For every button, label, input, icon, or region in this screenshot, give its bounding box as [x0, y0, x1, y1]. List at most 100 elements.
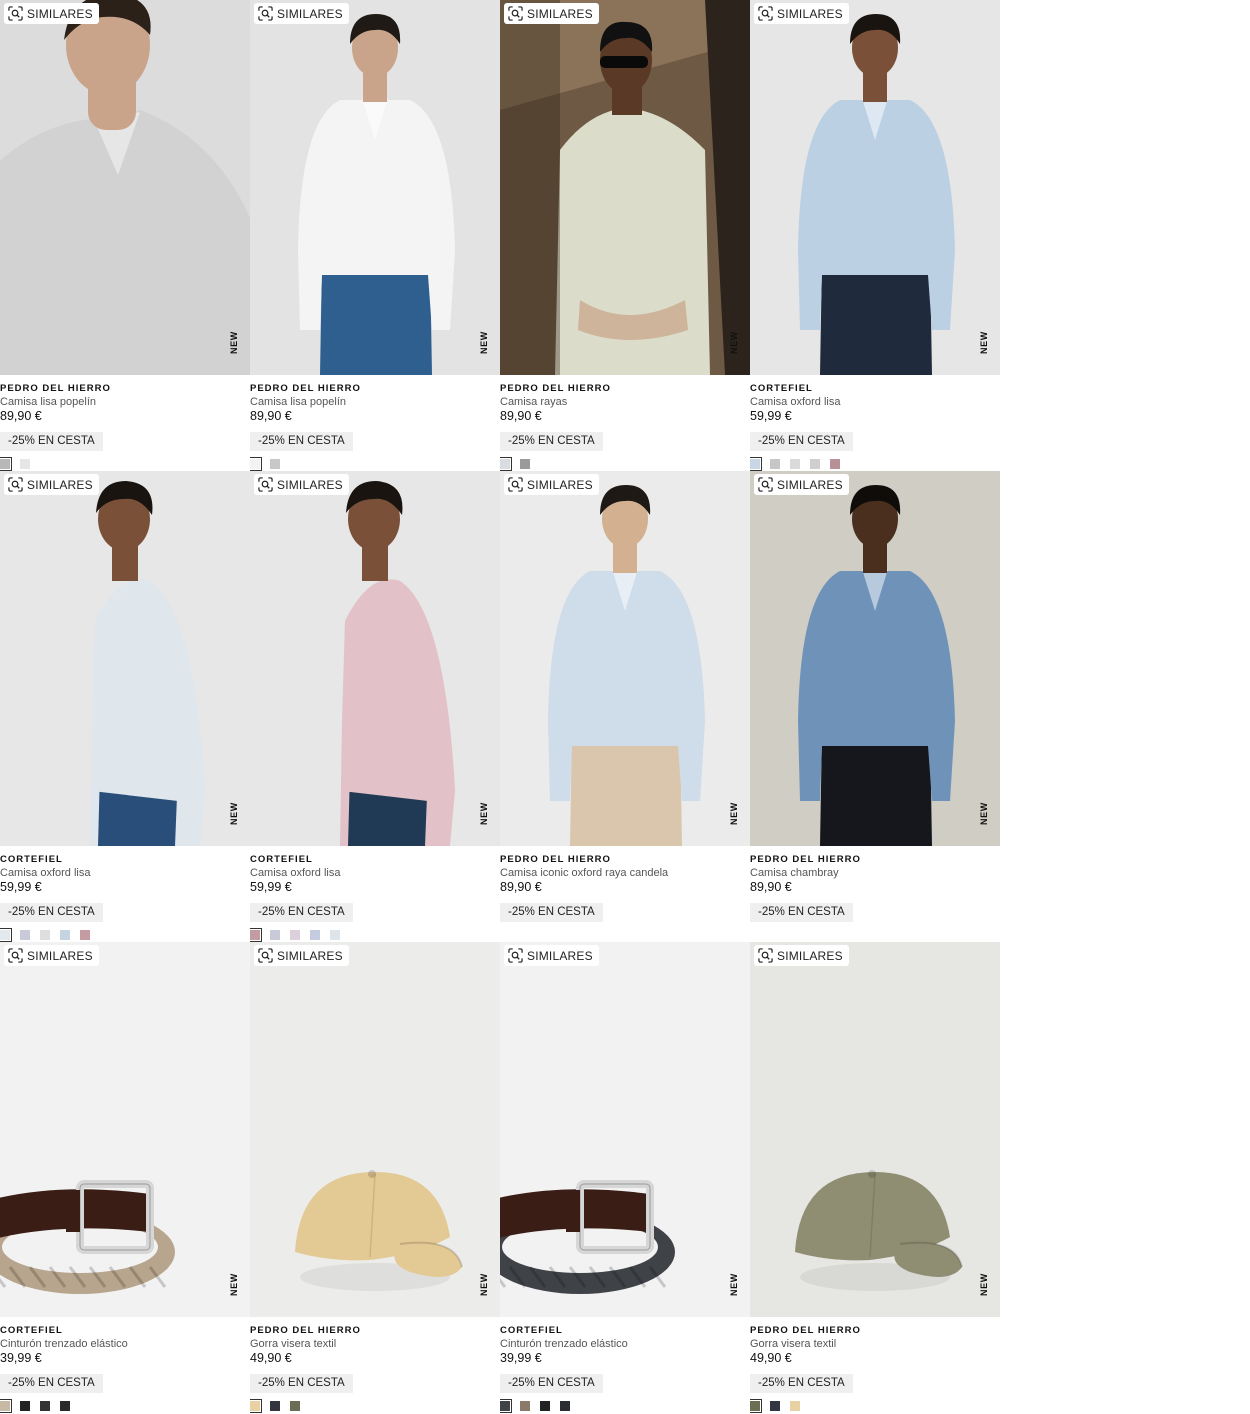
product-image[interactable]: SIMILARES NEW	[500, 942, 750, 1317]
color-swatch[interactable]	[40, 1401, 50, 1411]
product-brand: PEDRO DEL HIERRO	[500, 383, 611, 394]
color-swatches	[750, 457, 840, 471]
color-swatch[interactable]	[540, 1401, 550, 1411]
product-info: CORTEFIEL Camisa oxford lisa 59,99 € -25% E…	[750, 382, 1000, 451]
similares-button[interactable]: SIMILARES	[754, 945, 849, 966]
product-image[interactable]: SIMILARES NEW	[250, 942, 500, 1317]
product-image[interactable]: SIMILARES NEW	[250, 0, 500, 375]
product-info: CORTEFIEL Cinturón trenzado elástico 39,99…	[0, 1324, 250, 1393]
color-swatch[interactable]	[330, 930, 340, 940]
product-name[interactable]: Camisa oxford lisa	[0, 866, 250, 880]
product-brand: PEDRO DEL HIERRO	[750, 1325, 861, 1336]
product-image[interactable]: SIMILARES NEW	[750, 0, 1000, 375]
similares-button[interactable]: SIMILARES	[754, 474, 849, 495]
product-info: PEDRO DEL HIERRO Camisa lisa popelín 89,90…	[0, 382, 250, 451]
product-name[interactable]: Camisa rayas	[500, 395, 750, 409]
color-swatch[interactable]	[770, 1401, 780, 1411]
discount-badge: -25% EN CESTA	[250, 903, 353, 922]
similares-button[interactable]: SIMILARES	[4, 474, 99, 495]
color-swatch[interactable]	[20, 930, 30, 940]
product-name[interactable]: Camisa lisa popelín	[0, 395, 250, 409]
color-swatch[interactable]	[500, 1399, 512, 1413]
color-swatch[interactable]	[270, 459, 280, 469]
color-swatch[interactable]	[250, 457, 262, 471]
color-swatch[interactable]	[830, 459, 840, 469]
color-swatch[interactable]	[520, 1401, 530, 1411]
color-swatch[interactable]	[520, 459, 530, 469]
product-card[interactable]: SIMILARES NEW PEDRO DEL HIERRO Gorra visera…	[750, 942, 1000, 1413]
product-image[interactable]: SIMILARES NEW	[750, 471, 1000, 846]
similares-button[interactable]: SIMILARES	[254, 3, 349, 24]
product-name[interactable]: Gorra visera textil	[250, 1337, 500, 1351]
product-image[interactable]: SIMILARES NEW	[500, 471, 750, 846]
color-swatch[interactable]	[270, 1401, 280, 1411]
color-swatch[interactable]	[0, 457, 12, 471]
similares-button[interactable]: SIMILARES	[754, 3, 849, 24]
product-name[interactable]: Cinturón trenzado elástico	[500, 1337, 750, 1351]
color-swatch[interactable]	[750, 1399, 762, 1413]
product-name[interactable]: Cinturón trenzado elástico	[0, 1337, 250, 1351]
product-name[interactable]: Camisa oxford lisa	[750, 395, 1000, 409]
product-image[interactable]: SIMILARES NEW	[0, 471, 250, 846]
visual-search-icon	[8, 477, 23, 492]
color-swatches	[0, 928, 90, 942]
color-swatch[interactable]	[500, 457, 512, 471]
color-swatch[interactable]	[0, 928, 12, 942]
new-badge: NEW	[729, 331, 739, 354]
color-swatch[interactable]	[290, 930, 300, 940]
color-swatch[interactable]	[310, 930, 320, 940]
new-badge: NEW	[229, 802, 239, 825]
product-card[interactable]: SIMILARES NEW CORTEFIEL Camisa oxford lisa 5…	[0, 471, 250, 942]
product-card[interactable]: SIMILARES NEW PEDRO DEL HIERRO Gorra visera…	[250, 942, 500, 1413]
product-name[interactable]: Camisa oxford lisa	[250, 866, 500, 880]
similares-button[interactable]: SIMILARES	[254, 945, 349, 966]
product-price: 59,99 €	[750, 409, 792, 423]
product-card[interactable]: SIMILARES NEW CORTEFIEL Cinturón trenzado e…	[500, 942, 750, 1413]
product-name[interactable]: Camisa chambray	[750, 866, 1000, 880]
color-swatch[interactable]	[250, 1399, 262, 1413]
color-swatch[interactable]	[790, 1401, 800, 1411]
color-swatch[interactable]	[560, 1401, 570, 1411]
color-swatch[interactable]	[810, 459, 820, 469]
product-name[interactable]: Camisa iconic oxford raya candela	[500, 866, 750, 880]
color-swatch[interactable]	[80, 930, 90, 940]
similares-button[interactable]: SIMILARES	[504, 474, 599, 495]
color-swatch[interactable]	[40, 930, 50, 940]
color-swatch[interactable]	[0, 1399, 12, 1413]
product-card[interactable]: SIMILARES NEW PEDRO DEL HIERRO Camisa chamb…	[750, 471, 1000, 942]
similares-button[interactable]: SIMILARES	[504, 945, 599, 966]
color-swatch[interactable]	[790, 459, 800, 469]
product-image[interactable]: SIMILARES NEW	[500, 0, 750, 375]
color-swatch[interactable]	[60, 1401, 70, 1411]
similares-button[interactable]: SIMILARES	[4, 3, 99, 24]
color-swatch[interactable]	[20, 459, 30, 469]
product-card[interactable]: SIMILARES NEW PEDRO DEL HIERRO Camisa lisa …	[250, 0, 500, 471]
product-name[interactable]: Gorra visera textil	[750, 1337, 1000, 1351]
product-name[interactable]: Camisa lisa popelín	[250, 395, 500, 409]
color-swatch[interactable]	[290, 1401, 300, 1411]
product-image[interactable]: SIMILARES NEW	[0, 942, 250, 1317]
similares-button[interactable]: SIMILARES	[504, 3, 599, 24]
product-image[interactable]: SIMILARES NEW	[750, 942, 1000, 1317]
color-swatch[interactable]	[20, 1401, 30, 1411]
color-swatches	[250, 1399, 300, 1413]
product-card[interactable]: SIMILARES NEW CORTEFIEL Camisa oxford lisa 5…	[750, 0, 1000, 471]
color-swatch[interactable]	[270, 930, 280, 940]
similares-button[interactable]: SIMILARES	[254, 474, 349, 495]
product-brand: PEDRO DEL HIERRO	[500, 854, 611, 865]
product-info: CORTEFIEL Cinturón trenzado elástico 39,99…	[500, 1324, 750, 1393]
product-image[interactable]: SIMILARES NEW	[250, 471, 500, 846]
color-swatch[interactable]	[750, 457, 762, 471]
color-swatch[interactable]	[250, 928, 262, 942]
product-card[interactable]: SIMILARES NEW CORTEFIEL Camisa oxford lisa 5…	[250, 471, 500, 942]
product-image[interactable]: SIMILARES NEW	[0, 0, 250, 375]
product-card[interactable]: SIMILARES NEW PEDRO DEL HIERRO Camisa lisa …	[0, 0, 250, 471]
color-swatches	[250, 928, 340, 942]
discount-badge: -25% EN CESTA	[750, 432, 853, 451]
color-swatch[interactable]	[60, 930, 70, 940]
product-card[interactable]: SIMILARES NEW PEDRO DEL HIERRO Camisa iconi…	[500, 471, 750, 942]
product-card[interactable]: SIMILARES NEW PEDRO DEL HIERRO Camisa rayas…	[500, 0, 750, 471]
similares-button[interactable]: SIMILARES	[4, 945, 99, 966]
color-swatch[interactable]	[770, 459, 780, 469]
product-card[interactable]: SIMILARES NEW CORTEFIEL Cinturón trenzado e…	[0, 942, 250, 1413]
